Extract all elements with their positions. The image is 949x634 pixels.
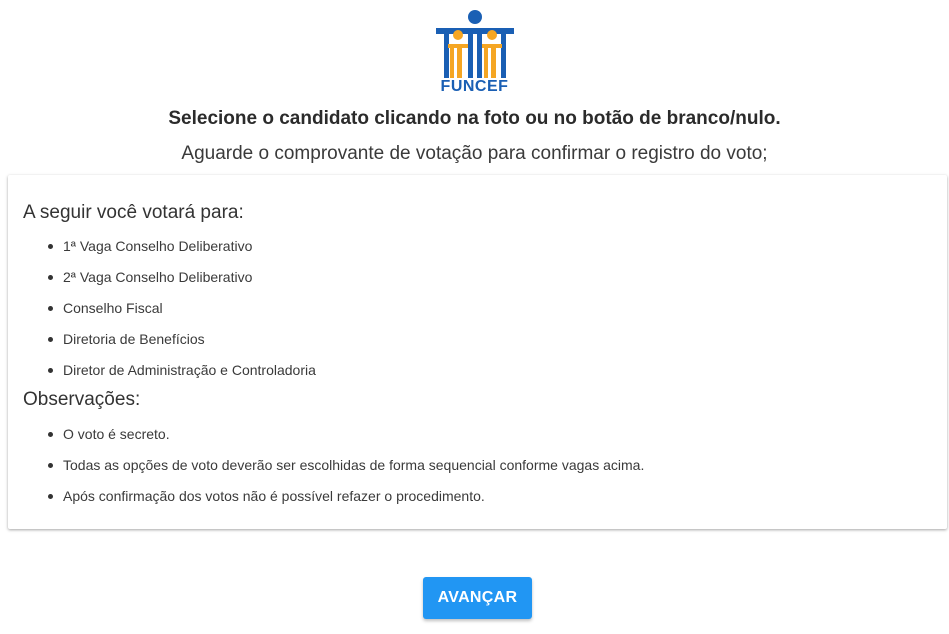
logo-text: FUNCEF	[440, 78, 509, 95]
list-item: 2ª Vaga Conselho Deliberativo	[23, 269, 316, 300]
funcef-logo-mark	[435, 10, 514, 78]
note-text: Após confirmação dos votos não é possíve…	[63, 488, 485, 504]
funcef-logo: FUNCEF	[0, 8, 949, 96]
vote-position-label: 1ª Vaga Conselho Deliberativo	[63, 238, 253, 254]
list-item: Após confirmação dos votos não é possíve…	[23, 488, 644, 519]
list-item: Conselho Fiscal	[23, 300, 316, 331]
vote-position-label: Conselho Fiscal	[63, 300, 163, 316]
list-item: Todas as opções de voto deverão ser esco…	[23, 457, 644, 488]
vote-position-label: 2ª Vaga Conselho Deliberativo	[63, 269, 253, 285]
info-card: A seguir você votará para: 1ª Vaga Conse…	[8, 175, 947, 529]
bullet-icon	[48, 244, 53, 249]
bullet-icon	[48, 275, 53, 280]
list-item: O voto é secreto.	[23, 426, 644, 457]
votes-title: A seguir você votará para:	[23, 202, 244, 223]
vote-position-label: Diretor de Administração e Controladoria	[63, 362, 316, 378]
bullet-icon	[48, 337, 53, 342]
note-text: Todas as opções de voto deverão ser esco…	[63, 457, 645, 473]
instruction-heading: Selecione o candidato clicando na foto o…	[168, 108, 781, 129]
notes-title: Observações:	[23, 389, 141, 410]
votes-list: 1ª Vaga Conselho Deliberativo 2ª Vaga Co…	[23, 238, 316, 393]
note-text: O voto é secreto.	[63, 426, 170, 442]
bullet-icon	[48, 306, 53, 311]
notes-list: O voto é secreto. Todas as opções de vot…	[23, 426, 644, 519]
bullet-icon	[48, 432, 53, 437]
next-button[interactable]: AVANÇAR	[423, 577, 532, 619]
vote-position-label: Diretoria de Benefícios	[63, 331, 205, 347]
bullet-icon	[48, 463, 53, 468]
receipt-notice: Aguarde o comprovante de votação para co…	[181, 143, 768, 164]
list-item: 1ª Vaga Conselho Deliberativo	[23, 238, 316, 269]
bullet-icon	[48, 368, 53, 373]
list-item: Diretoria de Benefícios	[23, 331, 316, 362]
bullet-icon	[48, 494, 53, 499]
